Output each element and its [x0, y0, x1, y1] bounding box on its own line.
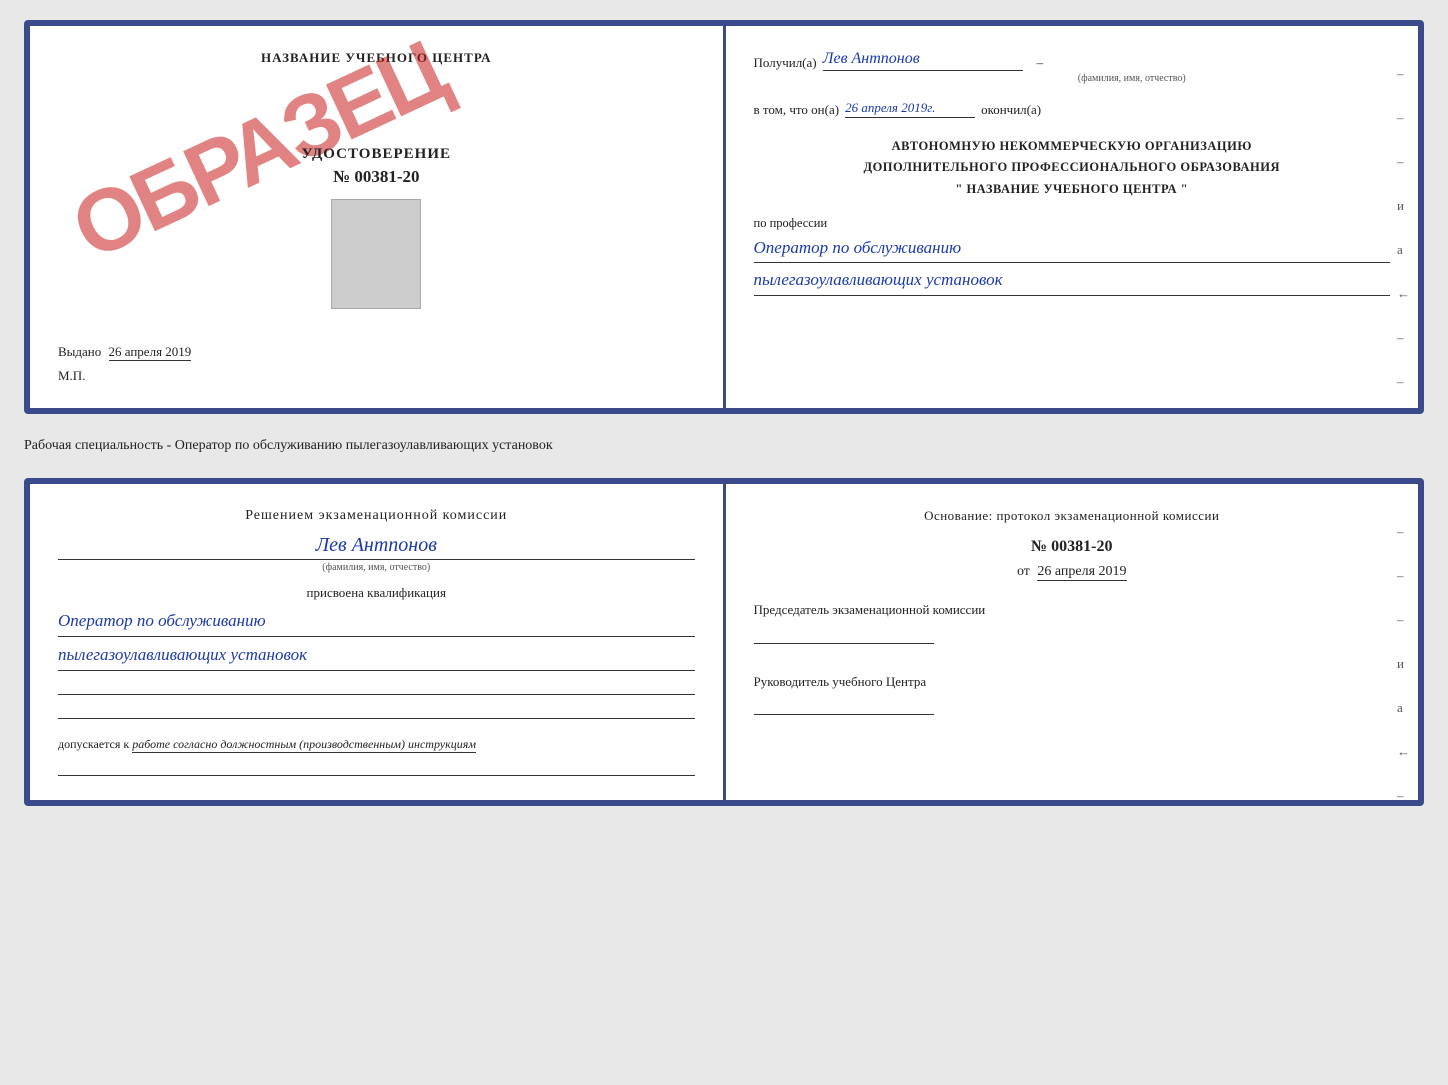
org-line3: " НАЗВАНИЕ УЧЕБНОГО ЦЕНТРА ": [754, 179, 1391, 200]
osnovanie-label: Основание: протокол экзаменационной коми…: [754, 508, 1391, 524]
udostoverenie-box: УДОСТОВЕРЕНИЕ № 00381-20: [58, 146, 695, 314]
org-block: АВТОНОМНУЮ НЕКОММЕРЧЕСКУЮ ОРГАНИЗАЦИЮ ДО…: [754, 136, 1391, 200]
udostoverenie-num: № 00381-20: [58, 167, 695, 187]
profession-line2: пылегазоулавливающих установок: [754, 267, 1391, 296]
page-wrapper: НАЗВАНИЕ УЧЕБНОГО ЦЕНТРА ОБРАЗЕЦ УДОСТОВ…: [24, 20, 1424, 806]
fio-hint-top: (фамилия, имя, отчество): [874, 73, 1391, 84]
udostoverenie-label: УДОСТОВЕРЕНИЕ: [58, 146, 695, 163]
okonchil-label: окончил(а): [981, 102, 1041, 118]
resheniem-label: Решением экзаменационной комиссии: [58, 508, 695, 524]
ot-label: от: [1017, 564, 1030, 579]
dash-after-name: –: [1037, 55, 1044, 71]
photo-placeholder: [331, 199, 421, 309]
sig-blank2: [58, 703, 695, 719]
bottom-right-dashes: – – – и а ← – – – –: [1397, 524, 1410, 806]
right-dashes: – – – и а ← – – – –: [1397, 66, 1410, 414]
vtom-date: 26 апреля 2019г.: [845, 100, 975, 118]
sig-blank3: [58, 760, 695, 776]
bottom-person-name: Лев Антпонов: [58, 534, 695, 560]
prof-label: по профессии: [754, 216, 1391, 231]
fio-hint-bottom: (фамилия, имя, отчество): [58, 562, 695, 573]
poluchil-label: Получил(а): [754, 55, 817, 71]
recipient-row: Получил(а) Лев Антпонов –: [754, 50, 1391, 71]
rukovoditel-sig: [754, 699, 934, 715]
top-left-title: НАЗВАНИЕ УЧЕБНОГО ЦЕНТРА: [58, 50, 695, 66]
top-doc-left: НАЗВАНИЕ УЧЕБНОГО ЦЕНТРА ОБРАЗЕЦ УДОСТОВ…: [30, 26, 726, 408]
ot-date-block: от 26 апреля 2019: [754, 564, 1391, 580]
vydano-line: Выдано 26 апреля 2019: [58, 344, 695, 360]
bottom-doc-left: Решением экзаменационной комиссии Лев Ан…: [30, 484, 726, 800]
recipient-name: Лев Антпонов: [823, 50, 1023, 71]
sig-blank1: [58, 679, 695, 695]
bottom-doc-right: Основание: протокол экзаменационной коми…: [726, 484, 1419, 800]
top-doc-right: Получил(а) Лев Антпонов – (фамилия, имя,…: [726, 26, 1419, 408]
kvalf-line1: Оператор по обслуживанию: [58, 607, 695, 637]
prot-num: № 00381-20: [754, 538, 1391, 556]
dopuskaetsya-block: допускается к работе согласно должностны…: [58, 737, 695, 752]
vtom-line: в том, что он(а) 26 апреля 2019г. окончи…: [754, 100, 1391, 118]
vydano-label: Выдано: [58, 344, 101, 359]
predsedatel-label: Председатель экзаменационной комиссии: [754, 600, 1391, 620]
top-document: НАЗВАНИЕ УЧЕБНОГО ЦЕНТРА ОБРАЗЕЦ УДОСТОВ…: [24, 20, 1424, 414]
bottom-document: Решением экзаменационной комиссии Лев Ан…: [24, 478, 1424, 806]
rukovoditel-label: Руководитель учебного Центра: [754, 672, 1391, 692]
dopuskaetsya-label: допускается к: [58, 737, 129, 751]
mp-line: М.П.: [58, 368, 695, 384]
middle-text: Рабочая специальность - Оператор по обсл…: [24, 430, 1424, 462]
prisvoyena-label: присвоена квалификация: [58, 585, 695, 601]
kvalf-line2: пылегазоулавливающих установок: [58, 641, 695, 671]
predsedatel-sig: [754, 628, 934, 644]
org-line1: АВТОНОМНУЮ НЕКОММЕРЧЕСКУЮ ОРГАНИЗАЦИЮ: [754, 136, 1391, 157]
vydano-date: 26 апреля 2019: [109, 344, 192, 361]
dopusk-text: работе согласно должностным (производств…: [132, 737, 476, 753]
org-line2: ДОПОЛНИТЕЛЬНОГО ПРОФЕССИОНАЛЬНОГО ОБРАЗО…: [754, 157, 1391, 178]
ot-date: 26 апреля 2019: [1037, 564, 1126, 581]
vtom-label: в том, что он(а): [754, 102, 840, 118]
profession-line1: Оператор по обслуживанию: [754, 235, 1391, 264]
